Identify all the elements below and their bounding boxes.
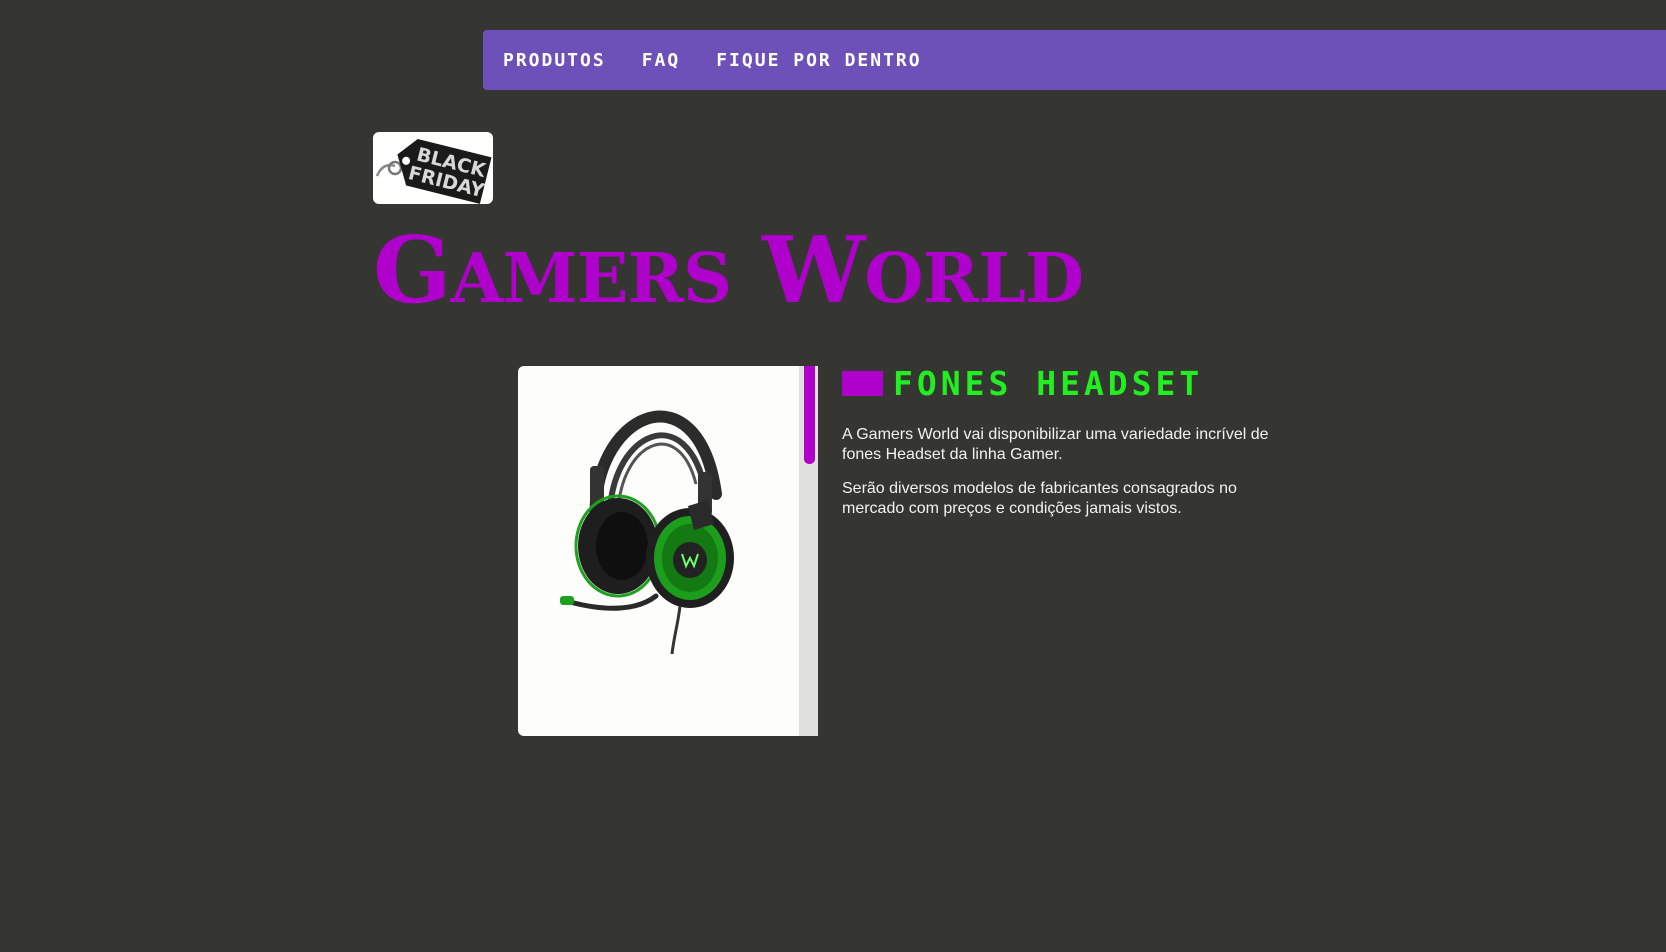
section-paragraph-2: Serão diversos modelos de fabricantes co…	[842, 480, 1237, 517]
product-image-frame[interactable]	[518, 366, 818, 736]
nav-link-produtos[interactable]: PRODUTOS	[503, 50, 606, 71]
fones-headset-section: FONES HEADSET A Gamers World vai disponi…	[842, 364, 1292, 519]
image-scrollbar[interactable]	[799, 366, 818, 736]
section-heading: FONES HEADSET	[842, 364, 1292, 403]
scrollbar-thumb[interactable]	[804, 366, 815, 464]
site-title: GAMERS WORLD	[373, 216, 1084, 324]
nav-link-faq[interactable]: FAQ	[642, 50, 681, 71]
top-navigation-bar: PRODUTOS FAQ FIQUE POR DENTRO	[483, 30, 1666, 90]
heading-marker-icon	[842, 371, 883, 396]
section-heading-text: FONES HEADSET	[893, 364, 1204, 403]
headset-image	[560, 410, 734, 655]
nav-link-fique-por-dentro[interactable]: FIQUE POR DENTRO	[716, 50, 921, 71]
black-friday-logo: BLACK FRIDAY	[373, 132, 493, 204]
section-paragraph-1: A Gamers World vai disponibilizar uma va…	[842, 426, 1269, 463]
